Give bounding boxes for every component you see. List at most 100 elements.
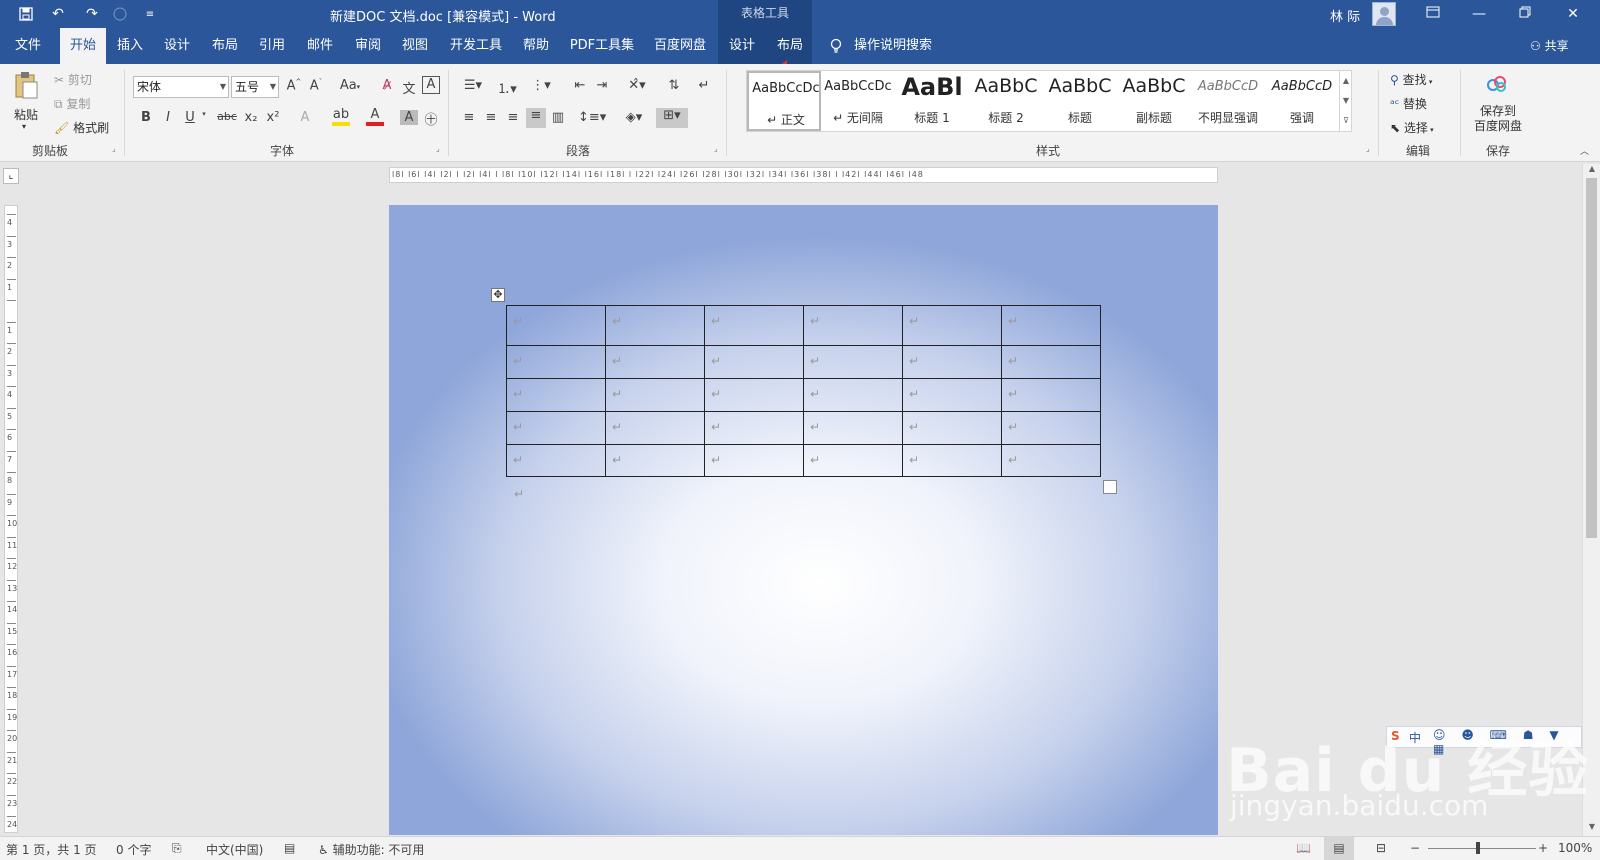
char-shading-icon[interactable]: A xyxy=(400,110,418,125)
tab-baidu-netdisk[interactable]: 百度网盘 xyxy=(650,28,710,64)
style-no-spacing[interactable]: AaBbCcDc ↵ 无间隔 xyxy=(821,71,895,131)
table-cell[interactable]: ↵ xyxy=(902,411,1002,445)
tab-home[interactable]: 开始 xyxy=(60,28,106,64)
table-cell[interactable]: ↵ xyxy=(506,345,606,379)
styles-launcher-icon[interactable]: ⌟ xyxy=(1366,144,1370,153)
enclose-char-icon[interactable]: ㊉ xyxy=(422,109,440,128)
table-cell[interactable]: ↵ xyxy=(506,378,606,412)
copy-button[interactable]: ⧉ 复制 xyxy=(54,95,90,112)
format-painter-button[interactable]: 🖌 格式刷 xyxy=(54,119,109,136)
tab-design[interactable]: 设计 xyxy=(157,28,197,64)
select-button[interactable]: ⬉ 选择 ▾ xyxy=(1390,119,1434,136)
multilevel-list-icon[interactable]: ⋮▾ xyxy=(528,78,554,93)
distributed-icon[interactable]: ▥ xyxy=(548,110,568,125)
table-cell[interactable]: ↵ xyxy=(902,305,1002,346)
restore-icon[interactable] xyxy=(1502,0,1548,28)
style-title[interactable]: AaBbC 标题 xyxy=(1043,71,1117,131)
underline-button[interactable]: U xyxy=(182,110,198,125)
paragraph-launcher-icon[interactable]: ⌟ xyxy=(714,144,718,153)
undo-icon[interactable]: ↶ xyxy=(44,0,72,28)
circle-icon[interactable] xyxy=(106,0,134,28)
decrease-indent-icon[interactable]: ⇤ xyxy=(570,78,590,93)
table-move-handle[interactable]: ✥ xyxy=(491,288,505,302)
minimize-icon[interactable]: — xyxy=(1456,0,1502,28)
zoom-out-icon[interactable]: − xyxy=(1410,841,1420,855)
table-cell[interactable]: ↵ xyxy=(1001,305,1101,346)
redo-icon[interactable]: ↷ xyxy=(78,0,106,28)
zoom-slider[interactable] xyxy=(1428,848,1536,849)
strikethrough-button[interactable]: abc xyxy=(214,110,240,123)
table-cell[interactable]: ↵ xyxy=(704,378,804,412)
table-cell[interactable]: ↵ xyxy=(803,305,903,346)
chevron-up-icon[interactable]: ▲ xyxy=(1340,71,1352,91)
font-color-icon[interactable]: A xyxy=(366,108,384,126)
table-resize-handle[interactable] xyxy=(1103,480,1117,494)
document-page[interactable]: ✥ ↵ ↵ ↵ ↵ ↵ ↵ ↵ ↵ ↵ ↵ ↵ ↵ ↵ ↵ ↵ ↵ ↵ ↵ ↵ ↵ ↵ ↵ ↵ ↵ ↵ ↵ ↵ ↵ ↵ ↵ ↵ xyxy=(389,205,1218,835)
save-to-baidu-button[interactable]: 保存到 百度网盘 xyxy=(1470,104,1526,134)
show-marks-icon[interactable]: ↵ xyxy=(694,78,714,93)
highlight-icon[interactable]: ab xyxy=(332,108,350,126)
table-cell[interactable]: ↵ xyxy=(803,345,903,379)
table-cell[interactable]: ↵ xyxy=(704,345,804,379)
italic-button[interactable]: I xyxy=(160,110,176,125)
increase-indent-icon[interactable]: ⇥ xyxy=(592,78,612,93)
table-cell[interactable]: ↵ xyxy=(605,378,705,412)
bold-button[interactable]: B xyxy=(138,110,154,125)
char-border-button[interactable]: A xyxy=(422,76,440,94)
print-layout-icon[interactable]: ▤ xyxy=(1324,837,1354,860)
table-cell[interactable]: ↵ xyxy=(1001,345,1101,379)
avatar[interactable] xyxy=(1372,2,1396,26)
document-table[interactable]: ↵ ↵ ↵ ↵ ↵ ↵ ↵ ↵ ↵ ↵ ↵ ↵ ↵ ↵ ↵ ↵ ↵ ↵ ↵ ↵ ↵ ↵ ↵ ↵ ↵ ↵ ↵ ↵ ↵ ↵ xyxy=(506,305,1101,477)
tab-insert[interactable]: 插入 xyxy=(110,28,150,64)
tab-view[interactable]: 视图 xyxy=(395,28,435,64)
underline-dropdown-icon[interactable]: ▾ xyxy=(200,110,208,118)
align-left-icon[interactable]: ≡ xyxy=(460,110,478,125)
style-normal[interactable]: AaBbCcDc ↵ 正文 xyxy=(747,71,821,131)
scroll-down-icon[interactable]: ▼ xyxy=(1583,822,1600,836)
customize-icon[interactable]: ≡ xyxy=(136,0,164,28)
save-icon[interactable] xyxy=(12,0,40,28)
table-cell[interactable]: ↵ xyxy=(506,411,606,445)
table-cell[interactable]: ↵ xyxy=(506,305,606,346)
page-count[interactable]: 第 1 页，共 1 页 xyxy=(6,841,97,858)
line-spacing-icon[interactable]: ↕≡▾ xyxy=(578,110,606,125)
scroll-up-icon[interactable]: ▲ xyxy=(1583,164,1600,178)
table-cell[interactable]: ↵ xyxy=(902,444,1002,477)
clear-format-icon[interactable]: A̷ xyxy=(378,78,396,93)
numbering-icon[interactable]: ⒈▾ xyxy=(494,78,520,97)
table-cell[interactable]: ↵ xyxy=(704,411,804,445)
macro-icon[interactable]: ▤ xyxy=(284,841,295,855)
table-cell[interactable]: ↵ xyxy=(1001,444,1101,477)
font-name-select[interactable]: 宋体 ▼ xyxy=(133,76,229,98)
text-effects-icon[interactable]: A xyxy=(296,110,314,125)
font-size-select[interactable]: 五号 ▼ xyxy=(231,76,279,98)
tab-mailings[interactable]: 邮件 xyxy=(300,28,340,64)
find-button[interactable]: ⚲ 查找 ▾ xyxy=(1390,71,1432,88)
tab-layout[interactable]: 布局 xyxy=(205,28,245,64)
gallery-more-icon[interactable]: ⊽ xyxy=(1340,111,1352,131)
tell-me-search[interactable]: 操作说明搜索 xyxy=(854,28,932,64)
align-center-icon[interactable]: ≡ xyxy=(482,110,500,125)
style-heading-2[interactable]: AaBbC 标题 2 xyxy=(969,71,1043,131)
user-name[interactable]: 林 际 xyxy=(1330,6,1360,25)
web-layout-icon[interactable]: ⊟ xyxy=(1376,841,1386,855)
zoom-in-icon[interactable]: + xyxy=(1538,841,1548,855)
table-cell[interactable]: ↵ xyxy=(704,444,804,477)
tab-help[interactable]: 帮助 xyxy=(516,28,556,64)
table-cell[interactable]: ↵ xyxy=(1001,411,1101,445)
read-mode-icon[interactable]: 📖 xyxy=(1296,841,1311,855)
clipboard-launcher-icon[interactable]: ⌟ xyxy=(112,144,116,153)
tab-developer[interactable]: 开发工具 xyxy=(446,28,506,64)
tab-review[interactable]: 审阅 xyxy=(348,28,388,64)
table-cell[interactable]: ↵ xyxy=(902,345,1002,379)
horizontal-ruler[interactable]: l8l l6l l4l l2l l l2l l4l l l8l l10l l12… xyxy=(389,167,1218,183)
style-heading-1[interactable]: AaBl 标题 1 xyxy=(895,71,969,131)
table-cell[interactable]: ↵ xyxy=(803,378,903,412)
paste-icon[interactable] xyxy=(12,70,40,104)
font-launcher-icon[interactable]: ⌟ xyxy=(436,144,440,153)
shrink-font-icon[interactable]: Aˇ xyxy=(307,78,325,93)
chevron-down-icon[interactable]: ▼ xyxy=(1340,91,1352,111)
bullets-icon[interactable]: ☰▾ xyxy=(460,78,486,93)
zoom-slider-thumb[interactable] xyxy=(1476,842,1480,854)
table-cell[interactable]: ↵ xyxy=(1001,378,1101,412)
